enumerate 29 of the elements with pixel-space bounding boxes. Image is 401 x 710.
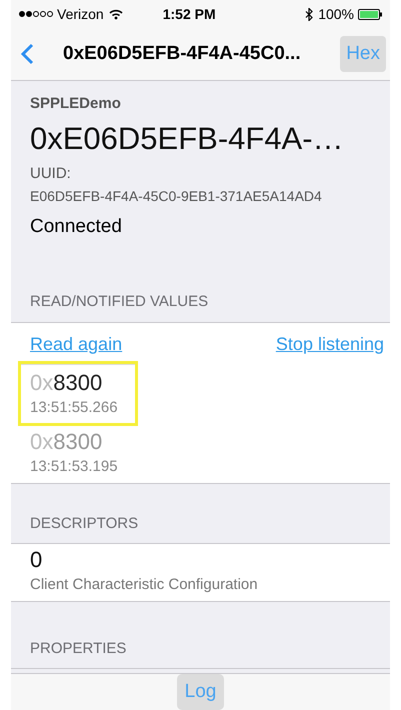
service-name: SPPLEDemo xyxy=(30,94,122,114)
value-row[interactable]: 0x8300 13:51:55.266 xyxy=(21,364,135,424)
nav-title: 0xE06D5EFB-4F4A-45C0... xyxy=(63,42,301,66)
uuid-value: E06D5EFB-4F4A-45C0-9EB1-371AE5A14AD4 xyxy=(30,186,323,206)
section-header: DESCRIPTORS xyxy=(29,514,140,534)
hex-value: 8300 xyxy=(53,429,102,454)
carrier-name: Verizon xyxy=(57,4,104,24)
clock-time: 1:52 PM xyxy=(162,4,216,24)
battery-icon xyxy=(358,8,382,20)
value-row[interactable]: 0x8300 13:51:53.195 xyxy=(21,423,135,483)
hex-button[interactable]: Hex xyxy=(340,36,386,72)
device-name: 0xE06D5EFB-4F4A-… xyxy=(30,120,345,158)
wifi-icon xyxy=(108,8,123,20)
hex-prefix: 0x xyxy=(30,429,54,454)
section-header: PROPERTIES xyxy=(29,638,128,659)
timestamp: 13:51:53.195 xyxy=(30,457,119,478)
log-button[interactable]: Log xyxy=(176,674,224,710)
battery-percentage: 100% xyxy=(318,4,354,24)
read-again-link[interactable]: Read again xyxy=(30,330,122,358)
descriptor-name: Client Characteristic Configuration xyxy=(30,575,259,596)
section-header: READ/NOTIFIED VALUES xyxy=(29,292,210,312)
timestamp: 13:51:55.266 xyxy=(30,398,119,418)
descriptor-value: 0 xyxy=(30,546,44,574)
hex-prefix: 0x xyxy=(30,370,54,395)
hex-value: 8300 xyxy=(53,370,102,395)
bluetooth-icon xyxy=(305,8,314,21)
uuid-label: UUID: xyxy=(30,164,72,184)
stop-listening-link[interactable]: Stop listening xyxy=(276,330,384,358)
connection-status: Connected xyxy=(30,214,123,239)
